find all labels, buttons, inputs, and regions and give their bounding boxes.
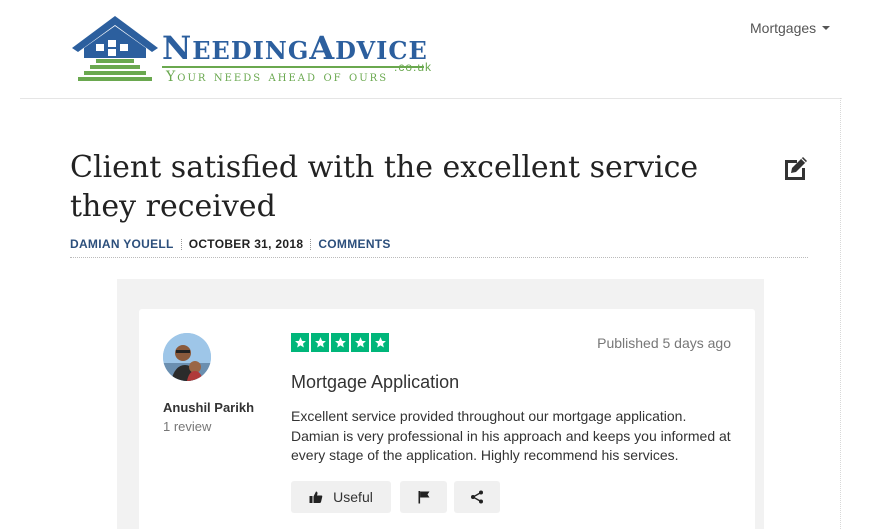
star-icon — [351, 333, 369, 352]
useful-label: Useful — [333, 489, 373, 505]
nav-mortgages-label: Mortgages — [750, 20, 817, 36]
logo-wordmark: NEEDINGADVICE — [162, 29, 428, 67]
nav-mortgages-dropdown[interactable]: Mortgages — [750, 20, 831, 36]
article-meta: DAMIAN YOUELL OCTOBER 31, 2018 COMMENTS — [70, 237, 391, 251]
share-icon — [471, 490, 483, 504]
star-rating — [291, 333, 389, 352]
reviewer-review-count: 1 review — [163, 419, 212, 434]
logo-tagline: Your needs ahead of ours — [166, 69, 389, 85]
logo-divider — [162, 66, 424, 68]
star-icon — [371, 333, 389, 352]
flag-button[interactable] — [400, 481, 447, 513]
thumbs-up-icon — [309, 491, 323, 503]
star-icon — [291, 333, 309, 352]
star-icon — [311, 333, 329, 352]
content-right-border — [840, 98, 841, 529]
published-date: Published 5 days ago — [597, 335, 731, 351]
logo-domain: .co.uk — [394, 60, 433, 74]
review-body: Excellent service provided throughout ou… — [291, 408, 731, 463]
meta-separator — [310, 238, 312, 250]
header-divider — [20, 98, 842, 99]
meta-separator — [180, 238, 182, 250]
meta-divider — [70, 257, 808, 258]
edit-icon[interactable] — [782, 154, 810, 182]
reviewer-name[interactable]: Anushil Parikh — [163, 400, 254, 415]
post-date: OCTOBER 31, 2018 — [188, 237, 304, 251]
reviewer-avatar[interactable] — [163, 333, 211, 381]
star-icon — [331, 333, 349, 352]
review-title: Mortgage Application — [291, 372, 460, 392]
site-logo[interactable]: NEEDINGADVICE .co.uk Your needs ahead of… — [70, 14, 440, 86]
flag-icon — [418, 491, 429, 504]
caret-down-icon — [822, 26, 831, 30]
author-link[interactable]: DAMIAN YOUELL — [70, 237, 174, 251]
house-logo-icon — [72, 16, 158, 81]
comments-link[interactable]: COMMENTS — [318, 237, 390, 251]
article-title: Client satisfied with the excellent serv… — [70, 150, 699, 224]
useful-button[interactable]: Useful — [291, 481, 391, 513]
share-button[interactable] — [454, 481, 500, 513]
